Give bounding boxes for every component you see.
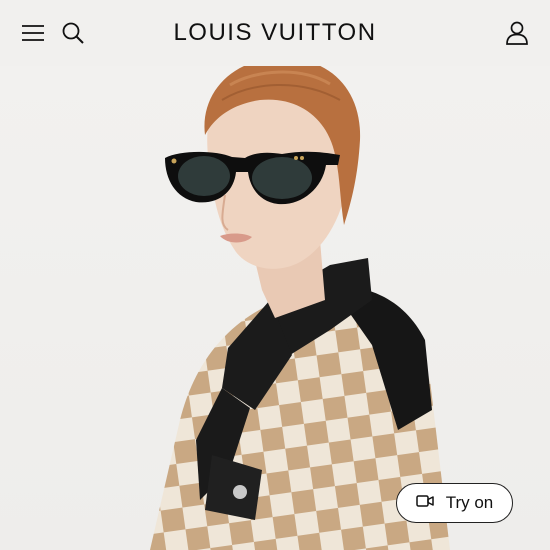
try-on-label: Try on	[445, 493, 494, 512]
try-on-button[interactable]: Try on	[396, 483, 513, 523]
hero-product-image	[0, 66, 550, 550]
brand-logo[interactable]: LOUIS VUITTON	[173, 19, 376, 47]
model-illustration	[150, 66, 450, 550]
top-navigation-bar: LOUIS VUITTON	[0, 0, 550, 66]
video-camera-icon	[415, 494, 434, 513]
menu-icon[interactable]	[18, 18, 48, 48]
search-icon[interactable]	[58, 18, 88, 48]
account-icon[interactable]	[502, 18, 532, 48]
